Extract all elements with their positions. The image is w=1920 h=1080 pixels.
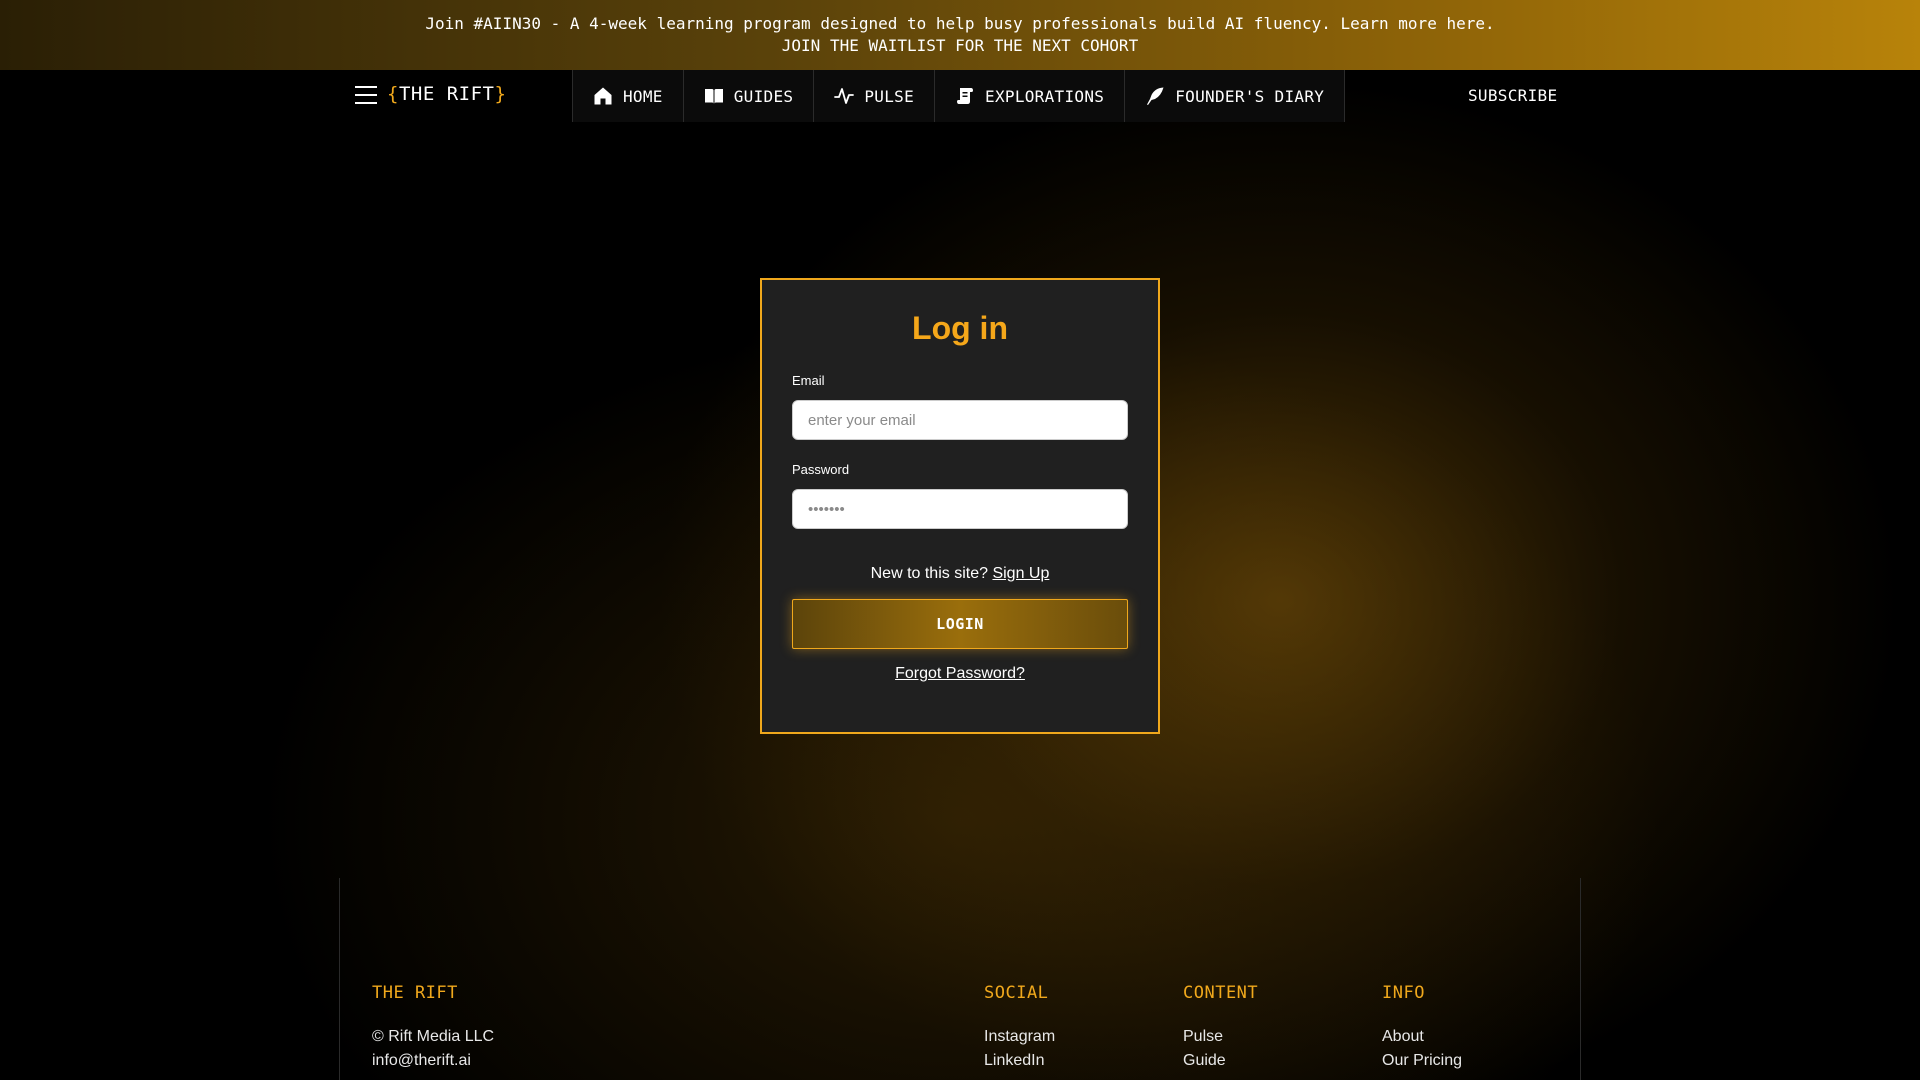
footer-content-column: CONTENT Pulse Guide (1183, 983, 1258, 1073)
signup-link[interactable]: Sign Up (992, 565, 1049, 582)
footer-link-linkedin[interactable]: LinkedIn (984, 1049, 1055, 1073)
footer-link-guide[interactable]: Guide (1183, 1049, 1258, 1073)
nav-label-pulse: PULSE (864, 86, 915, 106)
logo-text: THE RIFT (398, 83, 495, 105)
banner-program-text[interactable]: Join #AIIN30 - A 4-week learning program… (425, 13, 1494, 35)
login-title: Log in (912, 310, 1008, 346)
login-button[interactable]: LOGIN (792, 599, 1128, 649)
footer-link-instagram[interactable]: Instagram (984, 1025, 1055, 1049)
forgot-password-link[interactable]: Forgot Password? (895, 665, 1025, 682)
nav-item-pulse[interactable]: PULSE (813, 70, 935, 122)
banner-waitlist-link[interactable]: JOIN THE WAITLIST FOR THE NEXT COHORT (782, 35, 1138, 57)
hamburger-menu-icon[interactable] (355, 86, 377, 106)
home-icon (594, 87, 612, 105)
footer-social-column: SOCIAL Instagram LinkedIn (984, 983, 1055, 1073)
footer-social-heading: SOCIAL (984, 983, 1049, 1003)
footer-link-about[interactable]: About (1382, 1025, 1462, 1049)
password-label: Password (792, 462, 850, 477)
site-header: {THE RIFT} HOME GUIDES PULSE EXPLORATION… (0, 70, 1920, 122)
scroll-icon (957, 88, 974, 104)
footer-brand-heading: THE RIFT (372, 983, 458, 1003)
footer-content-heading: CONTENT (1183, 983, 1259, 1003)
book-icon (704, 89, 723, 104)
password-field[interactable] (792, 489, 1128, 529)
logo-brace-close: } (494, 83, 507, 105)
forgot-password-row: Forgot Password? (792, 665, 1128, 683)
email-field[interactable] (792, 400, 1128, 440)
footer-info-column: INFO About Our Pricing (1382, 983, 1462, 1073)
email-label: Email (792, 373, 825, 388)
nav-item-founders-diary[interactable]: FOUNDER'S DIARY (1124, 70, 1346, 122)
page: Join #AIIN30 - A 4-week learning program… (0, 0, 1920, 1080)
footer-info-heading: INFO (1382, 983, 1425, 1003)
footer-link-our-pricing[interactable]: Our Pricing (1382, 1049, 1462, 1073)
announcement-banner[interactable]: Join #AIIN30 - A 4-week learning program… (0, 0, 1920, 70)
footer-link-pulse[interactable]: Pulse (1183, 1025, 1258, 1049)
signup-prompt-line: New to this site? Sign Up (792, 565, 1128, 583)
logo-brace-open: { (387, 83, 399, 105)
footer-copyright: © Rift Media LLC (372, 1028, 495, 1045)
site-footer: THE RIFT © Rift Media LLC info@therift.a… (339, 878, 1581, 1080)
login-card: Log in Email Password New to this site? … (760, 278, 1160, 734)
nav-item-explorations[interactable]: EXPLORATIONS (934, 70, 1125, 122)
nav-label-explorations: EXPLORATIONS (985, 86, 1105, 106)
signup-prompt-text: New to this site? (870, 565, 988, 582)
nav-item-home[interactable]: HOME (572, 70, 683, 122)
main-nav: HOME GUIDES PULSE EXPLORATIONS FOUNDER'S… (572, 70, 1346, 122)
nav-item-guides[interactable]: GUIDES (682, 70, 814, 122)
nav-label-founders-diary: FOUNDER'S DIARY (1175, 86, 1325, 106)
site-logo[interactable]: {THE RIFT} (387, 83, 506, 105)
nav-label-guides: GUIDES (733, 86, 794, 106)
footer-brand-column: THE RIFT © Rift Media LLC info@therift.a… (372, 983, 494, 1073)
subscribe-link[interactable]: SUBSCRIBE (1468, 86, 1557, 105)
nav-label-home: HOME (623, 86, 663, 106)
pulse-icon (834, 88, 855, 104)
footer-email-link[interactable]: info@therift.ai (372, 1049, 494, 1073)
quill-icon (1147, 87, 1164, 105)
